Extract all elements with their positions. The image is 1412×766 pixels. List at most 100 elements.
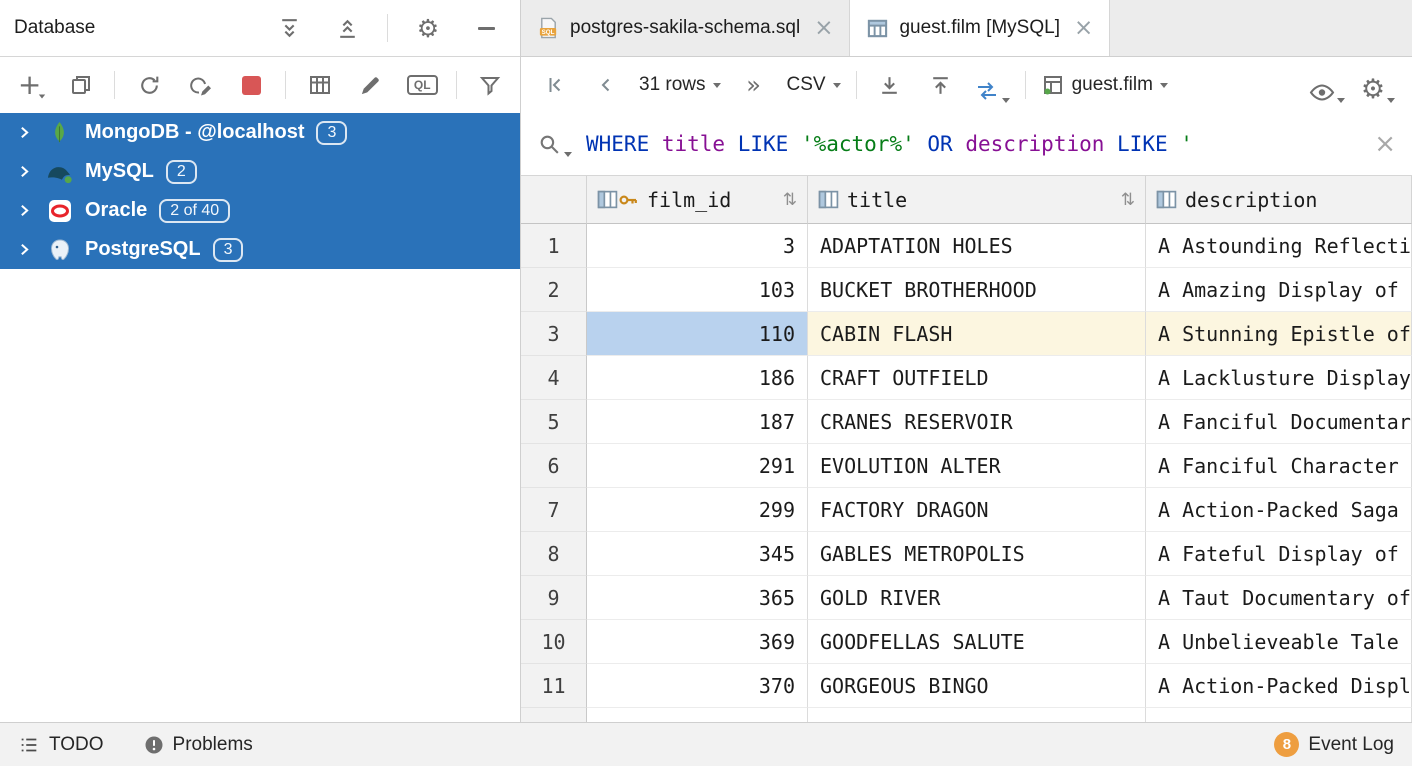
collapse-all-button[interactable] bbox=[329, 10, 365, 46]
close-icon[interactable]: × bbox=[1074, 17, 1093, 40]
first-page-button[interactable] bbox=[537, 67, 573, 103]
sync-edit-button[interactable] bbox=[183, 67, 218, 103]
view-options-button[interactable] bbox=[1309, 67, 1345, 103]
row-number[interactable]: 5 bbox=[521, 400, 587, 444]
cell-title[interactable]: CRANES RESERVOIR bbox=[808, 400, 1146, 444]
cell-film-id[interactable]: 365 bbox=[587, 576, 808, 620]
toolbar-separator bbox=[1025, 71, 1026, 99]
export-format-dropdown[interactable]: CSV bbox=[787, 74, 841, 96]
cell-description[interactable]: A Fateful Display of bbox=[1146, 532, 1412, 576]
page-size-dropdown[interactable]: 31 rows bbox=[639, 74, 721, 96]
jump-to-console-button[interactable]: QL bbox=[405, 67, 440, 103]
database-panel-header: Database ⚙ bbox=[0, 0, 520, 57]
tree-item-postgresql[interactable]: PostgreSQL 3 bbox=[0, 230, 520, 269]
cell-title[interactable]: CABIN FLASH bbox=[808, 312, 1146, 356]
mongodb-icon bbox=[46, 120, 73, 145]
cell-description[interactable]: A Fanciful Character bbox=[1146, 444, 1412, 488]
sort-icon[interactable]: ⇅ bbox=[783, 190, 797, 210]
row-number[interactable]: 8 bbox=[521, 532, 587, 576]
export-data-button[interactable] bbox=[872, 67, 908, 103]
close-icon[interactable]: × bbox=[814, 17, 833, 40]
cell-description[interactable]: A Taut Documentary of bbox=[1146, 576, 1412, 620]
cell-title[interactable]: GORGEOUS BINGO bbox=[808, 664, 1146, 708]
tab-sql-file[interactable]: SQL postgres-sakila-schema.sql × bbox=[521, 0, 850, 56]
chevron-right-icon[interactable] bbox=[14, 202, 34, 219]
refresh-button[interactable] bbox=[131, 67, 166, 103]
cell-description[interactable]: A Action-Packed Saga bbox=[1146, 488, 1412, 532]
cell-film-id[interactable]: 187 bbox=[587, 400, 808, 444]
todo-widget[interactable]: TODO bbox=[18, 734, 104, 756]
cell-title[interactable]: BUCKET BROTHERHOOD bbox=[808, 268, 1146, 312]
cell-description[interactable]: A Amazing Display of bbox=[1146, 268, 1412, 312]
cell-film-id[interactable]: 103 bbox=[587, 268, 808, 312]
duplicate-button[interactable] bbox=[63, 67, 98, 103]
filter-datasources-button[interactable] bbox=[473, 67, 508, 103]
expand-all-button[interactable] bbox=[271, 10, 307, 46]
previous-page-button[interactable] bbox=[588, 67, 624, 103]
cell-description[interactable]: A Action-Packed Displ bbox=[1146, 664, 1412, 708]
cell-film-id[interactable]: 369 bbox=[587, 620, 808, 664]
table-view-button[interactable] bbox=[302, 67, 337, 103]
row-number[interactable]: 6 bbox=[521, 444, 587, 488]
tree-item-oracle[interactable]: Oracle 2 of 40 bbox=[0, 191, 520, 230]
next-page-button[interactable]: » bbox=[736, 67, 772, 103]
tree-item-mongodb[interactable]: MongoDB - @localhost 3 bbox=[0, 113, 520, 152]
hide-panel-button[interactable] bbox=[468, 10, 504, 46]
cell-film-id[interactable]: 291 bbox=[587, 444, 808, 488]
row-number[interactable]: 11 bbox=[521, 664, 587, 708]
cell-film-id[interactable]: 370 bbox=[587, 664, 808, 708]
problems-widget[interactable]: Problems bbox=[144, 734, 253, 756]
cell-film-id[interactable]: 186 bbox=[587, 356, 808, 400]
clear-filter-button[interactable]: × bbox=[1374, 129, 1396, 159]
row-number[interactable]: 3 bbox=[521, 312, 587, 356]
cell-film-id[interactable]: 345 bbox=[587, 532, 808, 576]
chevron-right-icon[interactable] bbox=[14, 241, 34, 258]
cell-title[interactable]: GABLES METROPOLIS bbox=[808, 532, 1146, 576]
compare-data-button[interactable] bbox=[974, 67, 1010, 103]
collapse-all-icon bbox=[335, 16, 360, 41]
sort-icon[interactable]: ⇅ bbox=[1121, 190, 1135, 210]
column-header-film-id[interactable]: film_id ⇅ bbox=[587, 176, 808, 224]
cell-description[interactable]: A Astounding Reflecti bbox=[1146, 224, 1412, 268]
cell-film-id[interactable]: 3 bbox=[587, 224, 808, 268]
tree-item-mysql[interactable]: MySQL 2 bbox=[0, 152, 520, 191]
cell-title[interactable]: GOODFELLAS SALUTE bbox=[808, 620, 1146, 664]
edit-button[interactable] bbox=[353, 67, 388, 103]
row-number[interactable]: 1 bbox=[521, 224, 587, 268]
tab-guest-film[interactable]: guest.film [MySQL] × bbox=[850, 0, 1110, 56]
datasource-selector[interactable]: guest.film bbox=[1041, 73, 1168, 97]
stop-button[interactable] bbox=[234, 67, 269, 103]
row-number[interactable]: 7 bbox=[521, 488, 587, 532]
cell-title[interactable]: FACTORY DRAGON bbox=[808, 488, 1146, 532]
add-datasource-button[interactable]: + bbox=[12, 67, 47, 103]
chevron-right-icon[interactable] bbox=[14, 124, 34, 141]
column-header-label: film_id bbox=[647, 188, 731, 212]
cell-title[interactable]: ADAPTATION HOLES bbox=[808, 224, 1146, 268]
tree-item-label: Oracle bbox=[85, 199, 147, 222]
cell-description[interactable]: A Stunning Epistle of bbox=[1146, 312, 1412, 356]
cell-film-id-selected[interactable]: 110 bbox=[587, 312, 808, 356]
cell-film-id[interactable]: 299 bbox=[587, 488, 808, 532]
grid-filter-row[interactable]: WHERE title LIKE '%actor%' OR descriptio… bbox=[521, 113, 1412, 176]
filter-expression[interactable]: WHERE title LIKE '%actor%' OR descriptio… bbox=[586, 132, 1374, 156]
chevron-right-icon[interactable] bbox=[14, 163, 34, 180]
grid-settings-button[interactable]: ⚙ bbox=[1360, 67, 1396, 103]
column-header-title[interactable]: title ⇅ bbox=[808, 176, 1146, 224]
cell-title[interactable]: CRAFT OUTFIELD bbox=[808, 356, 1146, 400]
cell-description[interactable]: A Unbelieveable Tale bbox=[1146, 620, 1412, 664]
row-number[interactable]: 9 bbox=[521, 576, 587, 620]
cell-description[interactable]: A Lacklusture Display bbox=[1146, 356, 1412, 400]
column-header-description[interactable]: description bbox=[1146, 176, 1412, 224]
import-data-button[interactable] bbox=[923, 67, 959, 103]
cell-description[interactable]: A Fanciful Documentar bbox=[1146, 400, 1412, 444]
row-number[interactable]: 10 bbox=[521, 620, 587, 664]
cell-title[interactable]: GOLD RIVER bbox=[808, 576, 1146, 620]
event-log-widget[interactable]: 8 Event Log bbox=[1274, 732, 1394, 757]
row-number bbox=[521, 708, 587, 722]
cell-title[interactable]: EVOLUTION ALTER bbox=[808, 444, 1146, 488]
row-number[interactable]: 2 bbox=[521, 268, 587, 312]
todo-icon bbox=[18, 734, 40, 756]
row-number[interactable]: 4 bbox=[521, 356, 587, 400]
panel-settings-button[interactable]: ⚙ bbox=[410, 10, 446, 46]
grid-toolbar: 31 rows » CSV guest.film bbox=[521, 57, 1412, 113]
